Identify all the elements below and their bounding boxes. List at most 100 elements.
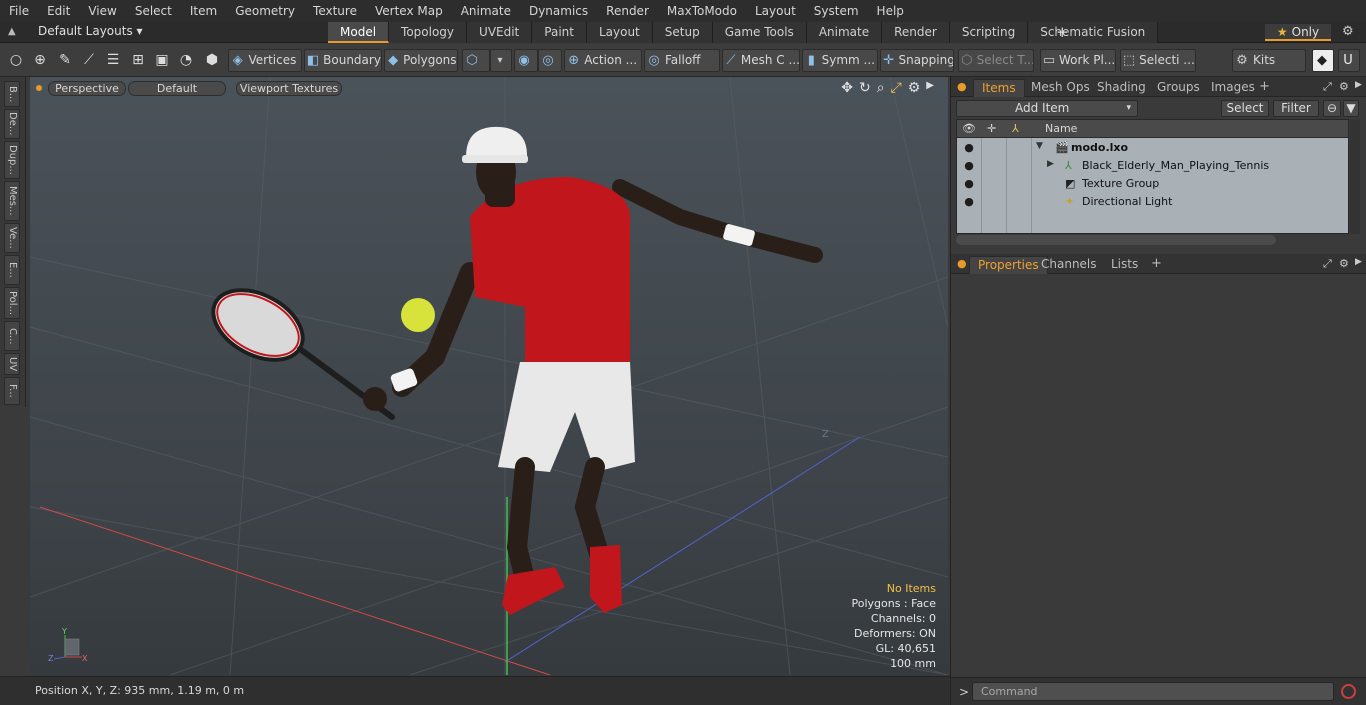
tab-model[interactable]: Model: [328, 22, 390, 43]
tree-horizontal-scrollbar[interactable]: [956, 235, 1276, 245]
tree-row-texture-group[interactable]: ● ◩ Texture Group: [957, 175, 1348, 193]
kits-button[interactable]: ⚙ Kits: [1232, 49, 1306, 72]
left-tab-deform[interactable]: De...: [4, 109, 20, 139]
menu-texture[interactable]: Texture: [304, 0, 366, 22]
menu-render[interactable]: Render: [597, 0, 658, 22]
add-tab-icon[interactable]: +: [1056, 23, 1069, 41]
tab-uvedit[interactable]: UVEdit: [467, 22, 533, 43]
tree-row-light[interactable]: ● ✦ Directional Light: [957, 193, 1348, 211]
only-toggle[interactable]: ★ Only: [1265, 24, 1331, 41]
viewport-settings-icon[interactable]: ⚙: [908, 80, 921, 96]
expand-mesh-icon[interactable]: ▶: [1047, 159, 1054, 169]
add-panel-tab-icon[interactable]: +: [1259, 79, 1270, 94]
left-tab-polygon[interactable]: Pol...: [4, 287, 20, 319]
properties-menu-dot-icon[interactable]: ●: [957, 257, 967, 270]
tab-items[interactable]: Items: [973, 79, 1025, 97]
lock-column-icon[interactable]: ✛: [987, 122, 996, 135]
menu-edit[interactable]: Edit: [38, 0, 79, 22]
snapping-button[interactable]: ✛ Snapping: [880, 49, 954, 72]
unreal-button[interactable]: U: [1338, 49, 1360, 72]
menu-dynamics[interactable]: Dynamics: [520, 0, 597, 22]
filter-button[interactable]: Filter: [1273, 100, 1319, 117]
tab-layout[interactable]: Layout: [586, 22, 653, 43]
add-properties-tab-icon[interactable]: +: [1151, 256, 1162, 271]
snap-a-button[interactable]: ◉: [514, 49, 538, 72]
menu-select[interactable]: Select: [126, 0, 181, 22]
menu-file[interactable]: File: [0, 0, 38, 22]
align-icon[interactable]: ☰: [103, 51, 123, 71]
menu-layout[interactable]: Layout: [746, 0, 805, 22]
tab-animate[interactable]: Animate: [806, 22, 883, 43]
tab-lists[interactable]: Lists: [1103, 256, 1146, 274]
shield-icon[interactable]: ⬢: [202, 51, 222, 71]
rotate-view-icon[interactable]: ↻: [859, 80, 871, 96]
tree-row-scene[interactable]: ● ▼ 🎬 modo.lxo: [957, 139, 1348, 157]
zoom-view-icon[interactable]: ⌕: [877, 80, 885, 96]
tab-topology[interactable]: Topology: [389, 22, 468, 43]
tab-mesh-ops[interactable]: Mesh Ops: [1023, 79, 1098, 97]
tab-shading[interactable]: Shading: [1089, 79, 1154, 97]
vertices-button[interactable]: ◈ Vertices: [228, 49, 302, 72]
menu-help[interactable]: Help: [868, 0, 913, 22]
tab-render[interactable]: Render: [882, 22, 950, 43]
menu-item[interactable]: Item: [181, 0, 226, 22]
eye-icon[interactable]: ●: [962, 141, 976, 155]
menu-maxtomodo[interactable]: MaxToModo: [658, 0, 746, 22]
menu-animate[interactable]: Animate: [452, 0, 520, 22]
left-tab-uv[interactable]: UV: [4, 353, 20, 375]
frame-icon[interactable]: ▣: [152, 51, 172, 71]
panel-expand-icon[interactable]: ⤢: [1323, 80, 1332, 94]
properties-more-icon[interactable]: ▶: [1355, 257, 1362, 267]
tree-vertical-scrollbar[interactable]: [1350, 119, 1360, 234]
command-input[interactable]: Command: [972, 682, 1334, 701]
left-tab-duplicate[interactable]: Dup...: [4, 141, 20, 179]
panel-settings-icon[interactable]: ⚙: [1339, 80, 1349, 93]
select-through-button[interactable]: ⬡ Select T...: [958, 49, 1034, 72]
menu-geometry[interactable]: Geometry: [226, 0, 304, 22]
left-tab-fusion[interactable]: F...: [4, 377, 20, 405]
properties-expand-icon[interactable]: ⤢: [1323, 257, 1332, 271]
pen-icon[interactable]: ✎: [55, 51, 75, 71]
layout-expand-icon[interactable]: ▲: [8, 26, 20, 38]
menu-system[interactable]: System: [805, 0, 868, 22]
brush-icon[interactable]: ⟋: [79, 51, 99, 71]
symmetry-button[interactable]: ▮ Symm ...: [802, 49, 878, 72]
panel-more-icon[interactable]: ▶: [1355, 80, 1362, 90]
add-item-button[interactable]: Add Item ▾: [956, 100, 1138, 117]
falloff-button[interactable]: ◎ Falloff: [644, 49, 720, 72]
collapse-button[interactable]: ⊖: [1323, 100, 1341, 117]
item-mode-button[interactable]: ⬡: [462, 49, 490, 72]
left-tab-vertex[interactable]: Ve...: [4, 223, 20, 253]
polygons-button[interactable]: ◆ Polygons: [384, 49, 458, 72]
left-tab-curve[interactable]: C...: [4, 321, 20, 351]
tab-channels[interactable]: Channels: [1033, 256, 1105, 274]
tab-groups[interactable]: Groups: [1149, 79, 1208, 97]
action-center-button[interactable]: ⊕ Action ...: [564, 49, 642, 72]
selection-sets-button[interactable]: ⬚ Selecti ...: [1120, 49, 1196, 72]
type-column-icon[interactable]: ⅄: [1012, 122, 1019, 135]
circle-select-icon[interactable]: ○: [6, 51, 26, 71]
clock-icon[interactable]: ◔: [176, 51, 196, 71]
name-column-header[interactable]: Name: [1045, 122, 1077, 135]
fit-view-icon[interactable]: ⤢: [891, 80, 902, 96]
gear-icon[interactable]: ⚙: [1342, 24, 1354, 39]
eye-icon[interactable]: ●: [962, 159, 976, 173]
menu-view[interactable]: View: [79, 0, 125, 22]
expand-scene-icon[interactable]: ▼: [1036, 141, 1043, 151]
tab-schematic-fusion[interactable]: Schematic Fusion: [1028, 22, 1159, 43]
record-macro-icon[interactable]: [1341, 684, 1356, 699]
eye-icon[interactable]: ●: [962, 195, 976, 209]
eye-icon[interactable]: ●: [962, 177, 976, 191]
shading-mode-pill[interactable]: Default: [128, 81, 226, 96]
mode-dropdown[interactable]: ▾: [490, 49, 512, 72]
left-tab-basic[interactable]: B...: [4, 81, 20, 107]
funnel-button[interactable]: ▼: [1343, 100, 1359, 117]
layout-dropdown[interactable]: Default Layouts ▾: [38, 24, 143, 38]
tab-scripting[interactable]: Scripting: [949, 22, 1029, 43]
viewport-more-icon[interactable]: ▶: [926, 80, 934, 96]
left-tab-mesh-edit[interactable]: Mes...: [4, 181, 20, 221]
viewport-textures-pill[interactable]: Viewport Textures: [236, 81, 342, 96]
select-button[interactable]: Select: [1221, 100, 1269, 117]
3d-viewport[interactable]: Z Y X Z Perspective Default Viewport Tex…: [30, 77, 948, 675]
tree-row-mesh[interactable]: ● ▶ ⅄ Black_Elderly_Man_Playing_Tennis: [957, 157, 1348, 175]
